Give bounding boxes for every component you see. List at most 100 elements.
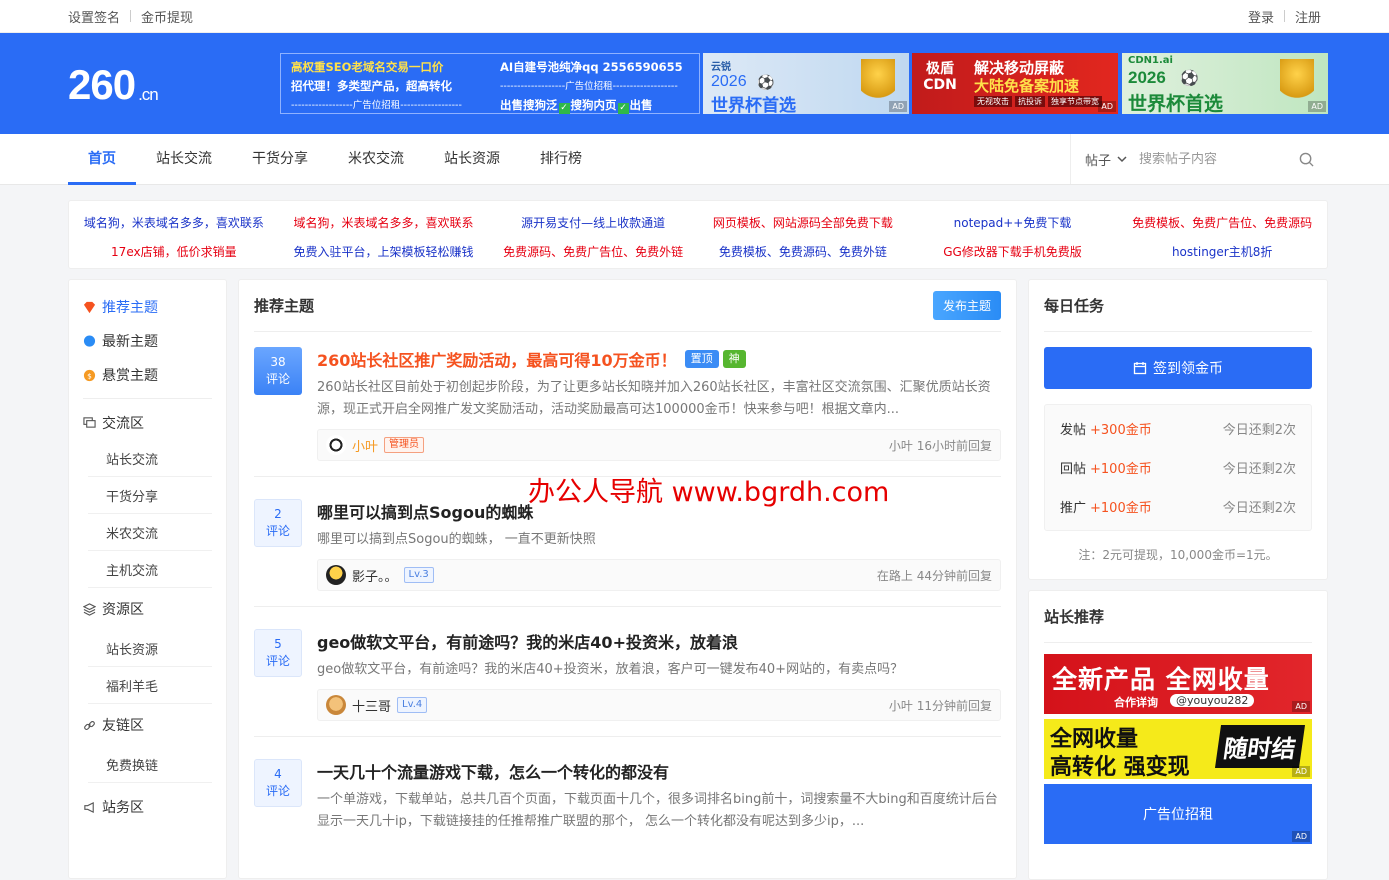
text-link-ad[interactable]: GG修改器下载手机免费版 [908,244,1118,269]
avatar[interactable] [326,695,346,715]
avatar[interactable] [326,435,346,455]
recommend-ad-1[interactable]: 全新产品 全网收量 合作详询 @youyou282 AD [1044,654,1312,714]
nav-home[interactable]: 首页 [68,134,136,185]
new-topic-button[interactable]: 发布主题 [932,291,1001,320]
sidebar-section-resources[interactable]: 资源区 [83,588,212,630]
text-link-ad[interactable]: 域名狗，米表域名多多，喜欢联系 [69,215,279,240]
chat-icon [83,417,96,428]
sidebar-section-site-affairs[interactable]: 站务区 [83,783,212,831]
comment-count-badge: 2 评论 [254,499,302,547]
search-icon[interactable] [1299,152,1314,167]
login-link[interactable]: 登录 [1248,7,1274,26]
text-ad-line[interactable]: 招代理！多类型产品，超高转化 [291,77,480,96]
nav-domainer-talk[interactable]: 米农交流 [328,134,424,184]
nav-webmaster-talk[interactable]: 站长交流 [136,134,232,184]
nav-ranking[interactable]: 排行榜 [520,134,602,184]
ad-contact: @youyou282 [1170,694,1255,707]
sidebar-item-bounty[interactable]: $ 悬赏主题 [83,358,212,392]
recommend-ad-2[interactable]: 全网收量 高转化 强变现 随时结 AD [1044,719,1312,779]
sidebar-item-webmaster-talk[interactable]: 站长交流 [88,440,212,477]
text-link-ad[interactable]: 免费入驻平台，上架模板轻松赚钱 [279,244,489,269]
text-link-ad[interactable]: 网页模板、网站源码全部免费下载 [698,215,908,240]
text-link-ad[interactable]: 源开易支付—线上收款通道 [488,215,698,240]
nav-tips-share[interactable]: 干货分享 [232,134,328,184]
ad-tag: AD [1292,831,1310,842]
text-link-ad[interactable]: 免费模板、免费源码、免费外链 [698,244,908,269]
text-link-ad[interactable]: 免费模板、免费广告位、免费源码 [1117,215,1327,240]
topic-title: geo做软文平台，有前途吗？我的米店40+投资米，放着浪 [317,633,738,652]
text-ad-seg: 出售搜狗泛 [500,98,558,112]
author-name[interactable]: 影子。。 [352,566,398,585]
topic-meta: 十三哥 Lv.4 小叶 11分钟前回复 [317,689,1001,721]
sign-in-button[interactable]: 签到领金币 [1044,347,1312,389]
banner-ad-yunrui[interactable]: 云锐 2026 ⚽ 世界杯首选 AD [703,53,909,114]
ad-subline: 合作详询 [1114,696,1158,709]
search-input[interactable] [1139,151,1280,167]
avatar[interactable] [326,565,346,585]
ad-brand: 极盾 CDN [923,61,957,93]
pinned-tag: 置顶 [684,350,719,368]
ad-headline: 全新产品 全网收量 [1052,665,1270,694]
last-reply: 小叶 11分钟前回复 [888,698,992,713]
register-link[interactable]: 注册 [1295,7,1321,26]
topic-excerpt: geo做软文平台，有前途吗？我的米店40+投资米，放着浪，客户可一键发布40+网… [317,662,904,677]
nav-webmaster-resources[interactable]: 站长资源 [424,134,520,184]
text-ad-line[interactable]: AI自建号池纯净qq 2556590655 [500,58,689,77]
gold-withdraw-link[interactable]: 金币提现 [141,7,193,26]
task-reward: +300金币 [1090,423,1152,438]
text-link-ad[interactable]: 域名狗，米表域名多多，喜欢联系 [279,215,489,240]
author-name[interactable]: 十三哥 [352,696,391,715]
sidebar-item-tips-share[interactable]: 干货分享 [88,477,212,514]
panel-title: 每日任务 [1044,280,1312,332]
recommend-ad-3[interactable]: 广告位招租 AD [1044,784,1312,844]
search-scope-select[interactable]: 帖子 [1085,150,1127,169]
sidebar-item-latest[interactable]: 最新主题 [83,324,212,358]
topic-title-link[interactable]: geo做软文平台，有前途吗？我的米店40+投资米，放着浪 [317,629,1001,653]
sidebar-item-hosting-talk[interactable]: 主机交流 [88,551,212,588]
text-ad-seg: 搜狗内页 [570,98,617,112]
sidebar-item-freebies[interactable]: 福利羊毛 [88,667,212,704]
text-ad-line[interactable]: 高权重SEO老域名交易一口价 [291,58,480,77]
task-remaining: 今日还剩2次 [1222,423,1296,438]
text-link-ad[interactable]: hostinger主机8折 [1117,244,1327,269]
topic-item[interactable]: 4 评论 一天几十个流量游戏下载，怎么一个转化的都没有 一个单游戏，下载单站，总… [254,737,1001,848]
sidebar-item-domainer-talk[interactable]: 米农交流 [88,514,212,551]
author-name[interactable]: 小叶 [352,436,378,455]
text-ad-seg: 出售 [629,98,653,112]
text-link-ad[interactable]: 免费源码、免费广告位、免费外链 [488,244,698,269]
topic-title-link[interactable]: 260站长社区推广奖励活动，最高可得10万金币！ 置顶 神 [317,347,1001,371]
football-icon: ⚽ [1180,69,1199,87]
text-ad-box[interactable]: 高权重SEO老域名交易一口价 招代理！多类型产品，超高转化 ----------… [280,53,700,114]
sidebar-item-link-exchange[interactable]: 免费换链 [88,746,212,783]
text-ad-line[interactable]: ------------------广告位招租-----------------… [291,96,480,115]
site-logo[interactable]: 260 .cn [68,61,159,109]
football-icon: ⚽ [757,75,775,91]
sidebar-section-label: 友链区 [102,718,144,734]
daily-tasks-panel: 每日任务 签到领金币 发帖 +300金币 今日还剩2次 回帖 +100金币 今日… [1028,279,1328,580]
topic-item[interactable]: 5 评论 geo做软文平台，有前途吗？我的米店40+投资米，放着浪 geo做软文… [254,607,1001,737]
banner-ad-jidun-cdn[interactable]: 极盾 CDN 解决移动屏蔽 大陆免备案加速 无视攻击 抗投诉 独享节点带宽 AD [912,53,1118,114]
comment-label: 评论 [265,784,290,798]
text-link-ad[interactable]: notepad++免费下载 [908,215,1118,240]
ad-tag: AD [1098,101,1116,112]
sidebar-item-label: 最新主题 [102,334,158,350]
text-ad-line[interactable]: -------------------广告位招租----------------… [500,77,689,96]
sidebar-section-links[interactable]: 友链区 [83,704,212,746]
set-signature-link[interactable]: 设置签名 [68,7,120,26]
ad-chip: 独享节点带宽 [1048,96,1102,107]
sidebar-section-exchange[interactable]: 交流区 [83,398,212,440]
comment-label: 评论 [265,524,290,538]
banner-ad-cdn1[interactable]: CDN1.ai 2026 ⚽ 世界杯首选 AD [1122,53,1328,114]
topic-item[interactable]: 38 评论 260站长社区推广奖励活动，最高可得10万金币！ 置顶 神 260站… [254,332,1001,477]
sidebar-section-label: 资源区 [102,602,144,618]
sidebar-item-recommended[interactable]: 推荐主题 [83,290,212,324]
link-icon [84,720,95,730]
check-icon: ✓ [558,103,570,114]
sidebar-item-label: 悬赏主题 [102,368,158,384]
topic-title-link[interactable]: 一天几十个流量游戏下载，怎么一个转化的都没有 [317,759,1001,783]
text-ad-line[interactable]: 出售搜狗泛 ✓ 搜狗内页 ✓ 出售 [500,96,689,115]
sidebar-item-webmaster-resources[interactable]: 站长资源 [88,630,212,667]
comment-count: 5 [274,637,282,651]
text-link-ad[interactable]: 17ex店铺，低价求销量 [69,244,279,269]
search-box: 帖子 [1070,134,1328,184]
